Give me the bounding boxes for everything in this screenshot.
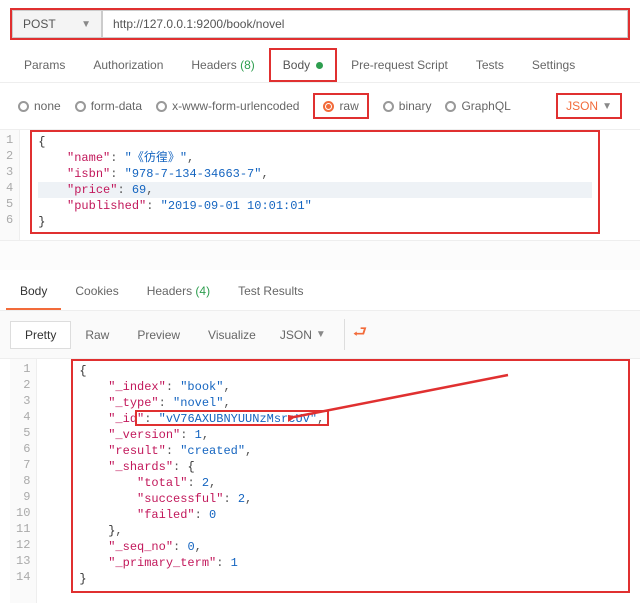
tab-body[interactable]: Body: [269, 48, 337, 82]
request-body-editor[interactable]: 123456 { "name": "《彷徨》", "isbn": "978-7-…: [0, 130, 640, 240]
chevron-down-icon: ▼: [316, 329, 326, 340]
tab-params[interactable]: Params: [10, 48, 79, 82]
body-format-json-select[interactable]: JSON ▼: [556, 93, 622, 119]
body-type-selector: none form-data x-www-form-urlencoded raw…: [0, 83, 640, 130]
resp-tab-cookies[interactable]: Cookies: [61, 274, 132, 310]
radio-icon: [445, 101, 456, 112]
tab-headers[interactable]: Headers (8): [177, 48, 268, 82]
label: GraphQL: [461, 99, 510, 113]
view-visualize-button[interactable]: Visualize: [194, 322, 270, 348]
line-gutter: 123456: [0, 130, 20, 240]
body-type-formdata[interactable]: form-data: [75, 99, 142, 113]
body-type-binary[interactable]: binary: [383, 99, 432, 113]
tab-prerequest[interactable]: Pre-request Script: [337, 48, 462, 82]
request-tabs: Params Authorization Headers (8) Body Pr…: [0, 48, 640, 83]
tab-authorization[interactable]: Authorization: [79, 48, 177, 82]
chevron-down-icon: ▼: [602, 101, 612, 112]
view-pretty-button[interactable]: Pretty: [10, 321, 71, 349]
label: raw: [339, 99, 358, 113]
body-type-none[interactable]: none: [18, 99, 61, 113]
label: form-data: [91, 99, 142, 113]
label: JSON: [566, 99, 598, 113]
tab-headers-label: Headers: [191, 58, 236, 72]
response-area: 1234567891011121314 { "_index": "book", …: [0, 359, 640, 603]
label: JSON: [280, 328, 312, 342]
view-raw-button[interactable]: Raw: [71, 322, 123, 348]
chevron-down-icon: ▼: [81, 19, 91, 30]
label: binary: [399, 99, 432, 113]
response-body-code: { "_index": "book", "_type": "novel", "_…: [73, 361, 628, 589]
body-type-urlencoded[interactable]: x-www-form-urlencoded: [156, 99, 299, 113]
radio-icon: [156, 101, 167, 112]
line-gutter: 1234567891011121314: [10, 359, 37, 603]
tab-tests[interactable]: Tests: [462, 48, 518, 82]
radio-icon: [75, 101, 86, 112]
request-url-bar: POST ▼ http://127.0.0.1:9200/book/novel: [10, 8, 630, 40]
label: Headers: [147, 284, 192, 298]
http-method-value: POST: [23, 17, 56, 31]
response-tabs: Body Cookies Headers (4) Test Results: [0, 274, 640, 311]
tab-headers-count: (8): [240, 58, 255, 72]
url-text: http://127.0.0.1:9200/book/novel: [113, 17, 284, 31]
request-body-code: { "name": "《彷徨》", "isbn": "978-7-134-346…: [32, 132, 598, 232]
wrap-lines-icon[interactable]: ⮐: [344, 319, 375, 350]
body-type-graphql[interactable]: GraphQL: [445, 99, 510, 113]
radio-icon: [323, 101, 334, 112]
response-body-editor[interactable]: 1234567891011121314 { "_index": "book", …: [0, 359, 640, 603]
dot-icon: [316, 62, 323, 69]
tab-settings[interactable]: Settings: [518, 48, 589, 82]
resp-tab-results[interactable]: Test Results: [224, 274, 317, 310]
resp-tab-headers[interactable]: Headers (4): [133, 274, 224, 310]
body-type-raw[interactable]: raw: [313, 93, 368, 119]
view-preview-button[interactable]: Preview: [123, 322, 194, 348]
resp-tab-body[interactable]: Body: [6, 274, 61, 310]
spacer: [0, 240, 640, 270]
response-toolbar: Pretty Raw Preview Visualize JSON ▼ ⮐: [0, 311, 640, 359]
radio-icon: [18, 101, 29, 112]
response-format-select[interactable]: JSON ▼: [270, 322, 336, 348]
url-input[interactable]: http://127.0.0.1:9200/book/novel: [102, 10, 628, 38]
label: none: [34, 99, 61, 113]
tab-body-label: Body: [283, 58, 310, 72]
label: x-www-form-urlencoded: [172, 99, 299, 113]
http-method-select[interactable]: POST ▼: [12, 10, 102, 38]
radio-icon: [383, 101, 394, 112]
count: (4): [195, 284, 210, 298]
